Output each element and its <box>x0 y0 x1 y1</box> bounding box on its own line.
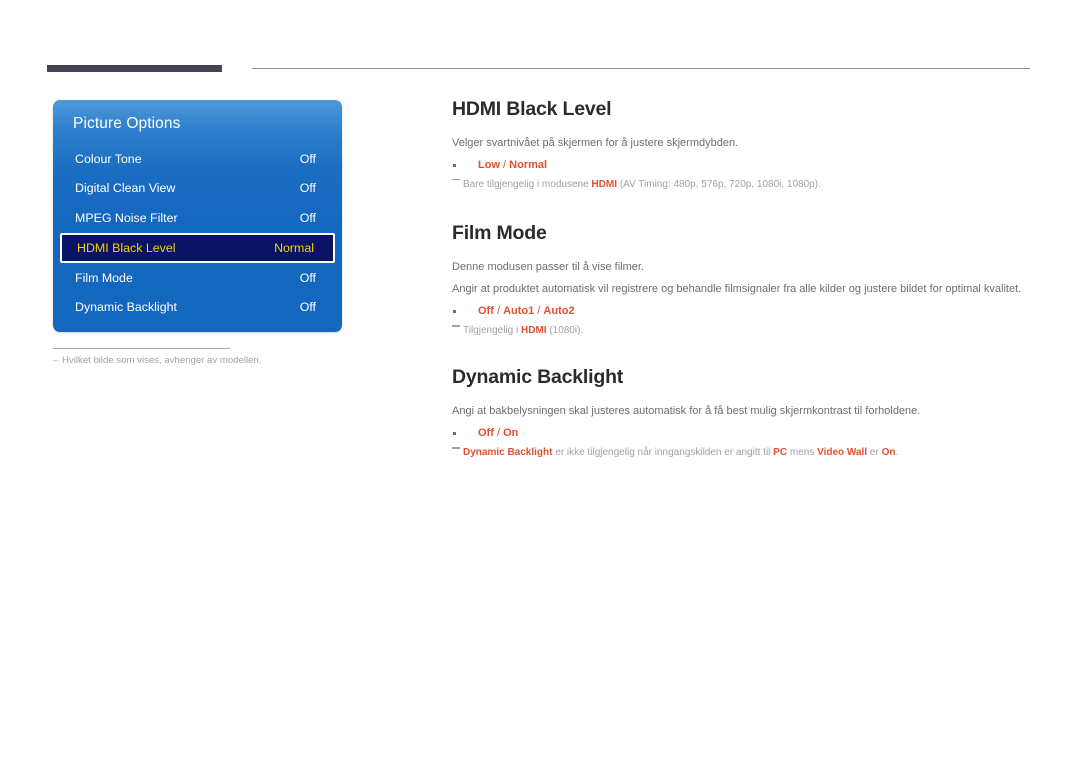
note-dash-icon <box>452 179 460 181</box>
osd-menu-list: Colour Tone Off Digital Clean View Off MPEG … <box>53 144 342 322</box>
osd-row-value: Off <box>299 210 316 225</box>
section-hdmi-black-level: HDMI Black Level Velger svartnivået på sk… <box>452 98 1030 192</box>
section-film-mode: Film Mode Denne modusen passer til å vise… <box>452 222 1030 338</box>
osd-row-label: HDMI Black Level <box>77 240 176 255</box>
content-column: HDMI Black Level Velger svartnivået på sk… <box>452 98 1030 481</box>
option-separator: / <box>493 427 504 440</box>
osd-row-value: Off <box>299 270 316 285</box>
option-bullet: Off / On <box>452 427 1030 439</box>
option-separator: / <box>493 305 504 318</box>
section-heading: HDMI Black Level <box>452 98 612 120</box>
note-text: (AV Timing: 480p, 576p, 720p, 1080i, 108… <box>616 179 821 191</box>
osd-row-value: Off <box>299 181 316 196</box>
note-text: Bare tilgjengelig i modusene <box>463 179 592 191</box>
section-paragraph: Angi at bakbelysningen skal justeres aut… <box>452 405 921 418</box>
osd-row-value: Normal <box>274 240 314 255</box>
osd-row-value: Off <box>299 151 316 166</box>
osd-row-label: Film Mode <box>75 270 133 285</box>
option-value: Normal <box>509 159 548 172</box>
panel-footnote: – Hvilket bilde som vises, avhenger av mo… <box>53 355 261 366</box>
section-paragraph: Denne modusen passer til å vise filmer. <box>452 261 644 274</box>
note-term: Dynamic Backlight <box>463 447 553 459</box>
note-text: er ikke tilgjengelig når inngangskilden … <box>552 447 774 459</box>
header-accent-bar <box>47 65 222 72</box>
note-term: PC <box>773 447 788 459</box>
osd-row-value: Off <box>299 300 316 315</box>
note-text: er <box>867 447 882 459</box>
option-values: Off / Auto1 / Auto2 <box>478 305 575 317</box>
osd-row-digital-clean-view[interactable]: Digital Clean View Off <box>53 174 342 204</box>
option-values: Off / On <box>478 427 518 439</box>
section-heading: Film Mode <box>452 222 547 245</box>
section-note: Dynamic Backlight er ikke tilgjengelig n… <box>452 445 1030 460</box>
square-bullet-icon <box>453 164 456 167</box>
option-values: Low / Normal <box>478 159 547 171</box>
osd-menu-panel: Picture Options Colour Tone Off Digital Cl… <box>53 100 342 332</box>
footnote-dash-marker: – <box>53 355 59 366</box>
osd-row-hdmi-black-level[interactable]: HDMI Black Level Normal <box>60 232 335 263</box>
header-divider-rule <box>252 68 1030 69</box>
note-term: Video Wall <box>817 447 868 459</box>
osd-row-label: Colour Tone <box>75 151 142 166</box>
note-text: . <box>895 447 899 459</box>
osd-menu-title: Picture Options <box>73 115 181 132</box>
option-bullet: Off / Auto1 / Auto2 <box>452 305 1030 317</box>
note-dash-icon <box>452 447 460 449</box>
note-term: HDMI <box>521 325 547 337</box>
option-value: Off <box>478 427 494 440</box>
osd-row-mpeg-noise-filter[interactable]: MPEG Noise Filter Off <box>53 203 342 233</box>
section-paragraph: Velger svartnivået på skjermen for å jus… <box>452 137 739 149</box>
panel-footnote-rule <box>53 348 230 349</box>
note-dash-icon <box>452 325 460 327</box>
note-text: (1080i). <box>546 325 584 337</box>
option-value: Off <box>478 305 494 318</box>
note-text: Tilgjengelig i <box>463 325 521 337</box>
section-heading: Dynamic Backlight <box>452 366 624 389</box>
osd-row-dynamic-backlight[interactable]: Dynamic Backlight Off <box>53 292 342 322</box>
osd-row-label: Digital Clean View <box>75 181 176 196</box>
note-term: On <box>881 447 896 459</box>
osd-row-colour-tone[interactable]: Colour Tone Off <box>53 144 342 174</box>
option-separator: / <box>500 159 510 172</box>
option-value: Auto2 <box>543 305 575 318</box>
section-note: Bare tilgjengelig i modusene HDMI (AV Ti… <box>452 177 1030 192</box>
osd-row-label: MPEG Noise Filter <box>75 210 178 225</box>
section-paragraph: Angir at produktet automatisk vil regist… <box>452 283 1022 296</box>
note-text: mens <box>787 447 818 459</box>
note-term: HDMI <box>591 179 617 191</box>
option-value: Low <box>478 159 500 172</box>
osd-row-film-mode[interactable]: Film Mode Off <box>53 263 342 293</box>
option-value: Auto1 <box>503 305 535 318</box>
section-dynamic-backlight: Dynamic Backlight Angi at bakbelysningen … <box>452 366 1030 460</box>
option-value: On <box>503 427 519 440</box>
square-bullet-icon <box>453 432 456 435</box>
square-bullet-icon <box>453 310 456 313</box>
section-note: Tilgjengelig i HDMI (1080i). <box>452 323 1030 338</box>
footnote-text: Hvilket bilde som vises, avhenger av mod… <box>62 355 262 366</box>
option-bullet: Low / Normal <box>452 159 1030 171</box>
osd-row-label: Dynamic Backlight <box>75 300 177 315</box>
